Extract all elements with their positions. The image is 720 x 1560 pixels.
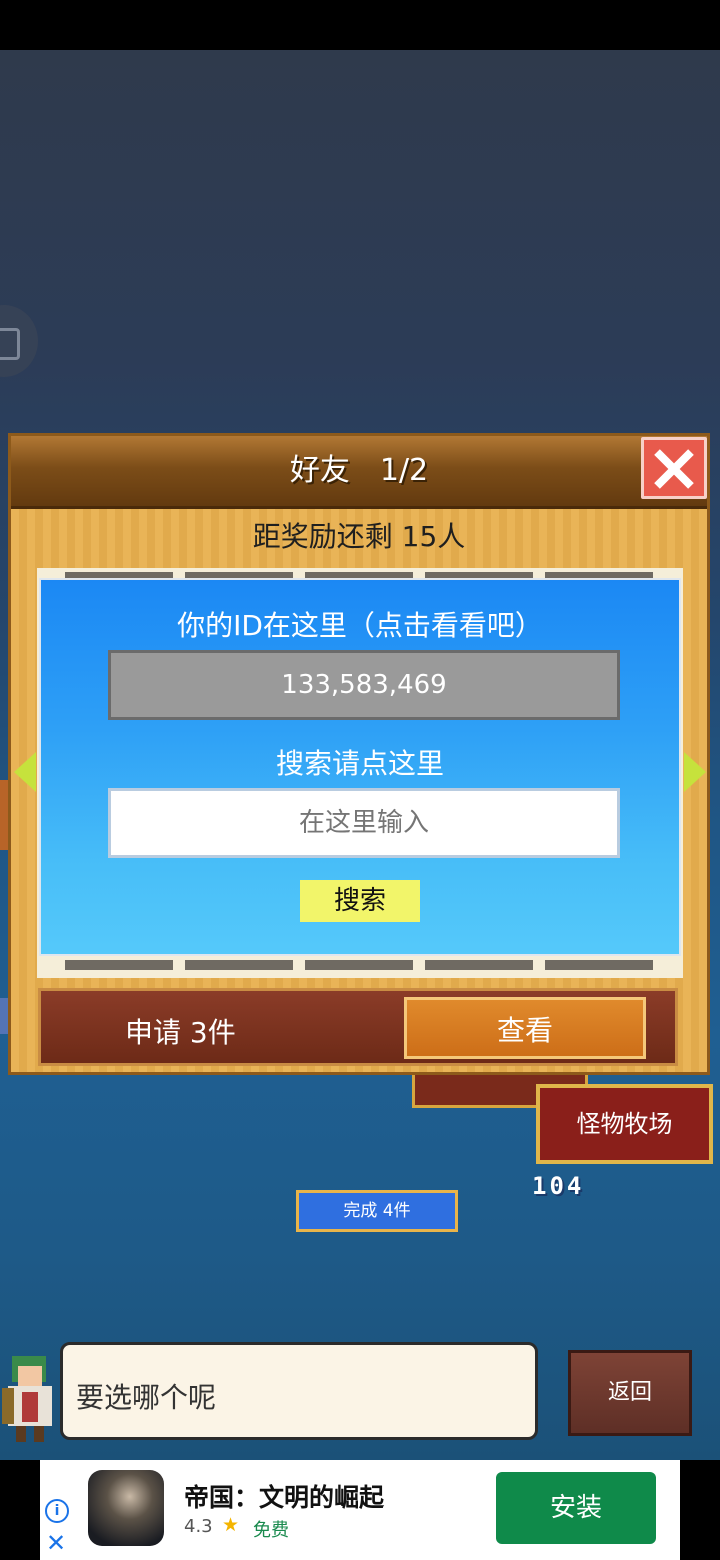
next-page-arrow-icon[interactable] — [684, 752, 706, 792]
monster-ranch-button[interactable]: 怪物牧场 — [536, 1084, 713, 1164]
search-button[interactable]: 搜索 — [300, 880, 420, 922]
ad-info-icon[interactable]: i — [45, 1499, 69, 1523]
status-bar — [0, 0, 720, 50]
completed-badge[interactable]: 完成 4件 — [296, 1190, 458, 1232]
close-button[interactable] — [641, 437, 707, 499]
list-slot — [305, 960, 413, 970]
left-edge-badge — [0, 998, 8, 1034]
ad-close-icon[interactable]: ✕ — [46, 1529, 66, 1557]
speech-text: 要选哪个呢 — [76, 1381, 217, 1414]
ad-rating: 4.3 — [184, 1516, 213, 1537]
ad-app-title[interactable]: 帝国：文明的崛起 — [184, 1478, 384, 1514]
ad-app-icon[interactable] — [88, 1470, 164, 1546]
menu-square-icon — [0, 328, 20, 360]
search-input[interactable] — [108, 788, 620, 858]
ad-margin-left — [0, 1460, 40, 1560]
list-slot — [545, 960, 653, 970]
your-id-label[interactable]: 你的ID在这里（点击看看吧） — [39, 604, 681, 644]
ad-margin-right — [680, 1460, 720, 1560]
reward-remaining-text: 距奖励还剩 15人 — [252, 520, 466, 553]
character-avatar-icon — [2, 1356, 52, 1442]
view-requests-button[interactable]: 查看 — [404, 997, 646, 1059]
back-button[interactable]: 返回 — [568, 1350, 692, 1436]
list-slot — [185, 960, 293, 970]
prev-page-arrow-icon[interactable] — [14, 752, 36, 792]
ad-price: 免费 — [253, 1520, 289, 1541]
dialog-title: 好友 1/2 — [289, 453, 429, 488]
ad-install-button[interactable]: 安装 — [496, 1472, 656, 1544]
search-label: 搜索请点这里 — [275, 747, 444, 780]
request-count-text: 申请 3件 — [125, 1016, 236, 1049]
ranch-count: 104 — [532, 1172, 585, 1200]
list-slot — [425, 960, 533, 970]
your-id-value[interactable]: 133,583,469 — [108, 650, 620, 720]
star-icon: ★ — [222, 1514, 240, 1536]
left-edge-panel — [0, 780, 8, 850]
list-slot — [65, 960, 173, 970]
